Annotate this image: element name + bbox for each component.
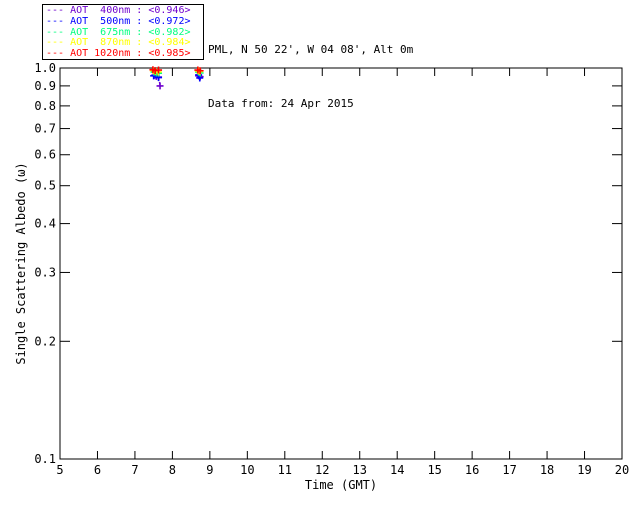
data-point-marker [156, 82, 164, 90]
y-tick-label: 0.2 [34, 334, 56, 348]
x-tick-label: 5 [56, 463, 63, 477]
y-tick-label: 0.8 [34, 99, 56, 113]
plot-title-block: PML, N 50 22', W 04 08', Alt 0m Data fro… [208, 5, 413, 149]
ssa-plot-screen: 5 6 7 8 9 10 11 12 13 14 15 16 17 18 19 20 Time (GMT) 1.0… [0, 0, 640, 512]
x-tick-label: 15 [427, 463, 441, 477]
x-axis-label: Time (GMT) [305, 478, 377, 492]
y-tick-label: 1.0 [34, 61, 56, 75]
date-subtitle: Data from: 24 Apr 2015 [208, 97, 354, 110]
x-tick-label: 11 [278, 463, 292, 477]
y-tick-label: 0.6 [34, 148, 56, 162]
x-tick-label: 8 [169, 463, 176, 477]
x-tick-label: 17 [502, 463, 516, 477]
y-tick-label: 0.4 [34, 217, 56, 231]
x-tick-label: 20 [615, 463, 629, 477]
legend-box: --- AOT 400nm : <0.946> --- AOT 500nm : <… [42, 4, 204, 60]
y-tick-label: 0.1 [34, 452, 56, 466]
site-title: PML, N 50 22', W 04 08', Alt 0m [208, 43, 414, 56]
x-tick-label: 13 [353, 463, 367, 477]
x-tick-label: 12 [315, 463, 329, 477]
legend-entry-aot-500nm: --- AOT 500nm : <0.972> [46, 15, 191, 27]
x-tick-label: 10 [240, 463, 254, 477]
y-tick-label: 0.5 [34, 179, 56, 193]
x-tick-label: 19 [577, 463, 591, 477]
y-tick-label: 0.9 [34, 79, 56, 93]
y-tick-label: 0.3 [34, 265, 56, 279]
x-tick-label: 18 [540, 463, 554, 477]
x-tick-label: 16 [465, 463, 479, 477]
x-tick-label: 9 [206, 463, 213, 477]
y-axis-label: Single Scattering Albedo (ω) [14, 162, 28, 364]
x-tick-label: 6 [94, 463, 101, 477]
y-tick-label: 0.7 [34, 122, 56, 136]
legend-entry-aot-1020nm: --- AOT 1020nm : <0.985> [46, 48, 191, 60]
x-tick-label: 7 [131, 463, 138, 477]
x-tick-label: 14 [390, 463, 404, 477]
